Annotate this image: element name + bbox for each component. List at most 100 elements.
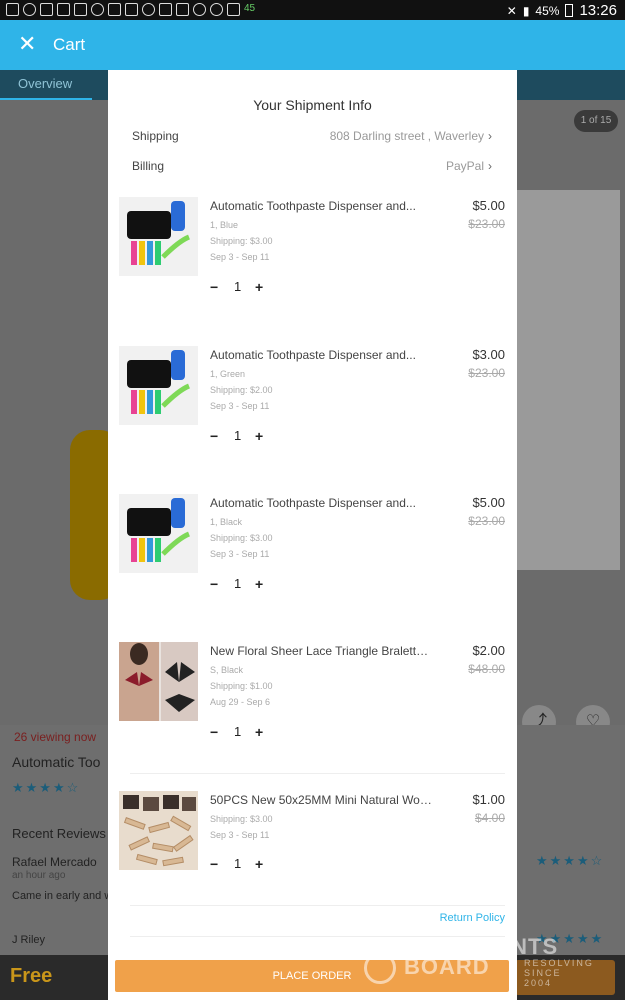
divider xyxy=(130,905,505,906)
decrease-button[interactable]: − xyxy=(210,856,218,872)
toothpaste-dispenser-image xyxy=(119,197,198,276)
system-status: ✕ ▮ 45% 13:26 xyxy=(507,2,617,19)
product-thumbnail[interactable] xyxy=(119,346,198,425)
item-dates: Sep 3 - Sep 11 xyxy=(210,401,270,411)
item-variant: S, Black xyxy=(210,665,244,675)
app-bar: ✕ Cart xyxy=(0,20,625,70)
watermark: INTS BOARD RESOLVING SINCE 2004 xyxy=(364,934,592,988)
product-thumbnail[interactable] xyxy=(119,791,198,870)
shipment-info-modal: Your Shipment Info Shipping 808 Darling … xyxy=(108,70,517,1000)
billing-label: Billing xyxy=(132,159,165,173)
signal-icon: ▮ xyxy=(522,3,530,18)
quantity-value: 1 xyxy=(234,279,242,294)
divider xyxy=(130,773,505,774)
increase-button[interactable]: + xyxy=(255,576,263,592)
product-thumbnail[interactable] xyxy=(119,494,198,573)
product-thumbnail[interactable] xyxy=(119,642,198,721)
watermark-text: RESOLVING xyxy=(524,958,594,968)
facebook-icon xyxy=(108,3,121,16)
chrome-icon xyxy=(210,3,223,16)
facebook-icon xyxy=(159,3,172,16)
gmail-icon xyxy=(176,3,189,16)
quantity-stepper: − 1 + xyxy=(210,856,280,876)
close-icon[interactable]: ✕ xyxy=(18,31,36,57)
quantity-value: 1 xyxy=(234,428,242,443)
item-name: Automatic Toothpaste Dispenser and... xyxy=(210,348,416,362)
facebook-icon xyxy=(57,3,70,16)
image-icon xyxy=(40,3,53,16)
item-variant: 1, Green xyxy=(210,369,246,379)
page-title: Cart xyxy=(53,35,86,54)
item-shipping: Shipping: $1.00 xyxy=(210,681,273,691)
item-variant: 1, Black xyxy=(210,517,243,527)
billing-row[interactable]: Billing PayPal › xyxy=(132,157,492,177)
item-price: $2.00 xyxy=(472,643,505,658)
item-name: New Floral Sheer Lace Triangle Bralette … xyxy=(210,644,432,658)
chevron-right-icon: › xyxy=(488,159,492,173)
decrease-button[interactable]: − xyxy=(210,428,218,444)
increase-button[interactable]: + xyxy=(255,428,263,444)
increase-button[interactable]: + xyxy=(255,279,263,295)
recent-reviews-heading: Recent Reviews xyxy=(12,826,106,841)
reviewer-name: J Riley xyxy=(12,934,46,946)
quantity-value: 1 xyxy=(234,576,242,591)
product-thumbnail[interactable] xyxy=(119,197,198,276)
item-price: $3.00 xyxy=(472,347,505,362)
item-name: 50PCS New 50x25MM Mini Natural Woode... xyxy=(210,793,432,807)
modal-heading: Your Shipment Info xyxy=(253,97,372,113)
shipping-row[interactable]: Shipping 808 Darling street , Waverley › xyxy=(132,127,492,147)
quantity-stepper: − 1 + xyxy=(210,576,280,596)
increase-button[interactable]: + xyxy=(255,724,263,740)
data-badge: 45 xyxy=(244,3,256,14)
cart-item: 50PCS New 50x25MM Mini Natural Woode... … xyxy=(119,791,505,931)
wooden-clips-image xyxy=(119,791,198,870)
toothpaste-dispenser-image xyxy=(119,494,198,573)
decrease-button[interactable]: − xyxy=(210,576,218,592)
tab-overview: Overview xyxy=(18,76,73,91)
item-dates: Sep 3 - Sep 11 xyxy=(210,252,270,262)
watermark-text: BOARD xyxy=(404,954,490,979)
shipping-label: Shipping xyxy=(132,129,179,143)
decrease-button[interactable]: − xyxy=(210,724,218,740)
status-bar: 45 ✕ ▮ 45% 13:26 xyxy=(0,0,625,20)
chevron-right-icon: › xyxy=(488,129,492,143)
item-old-price: $23.00 xyxy=(468,514,505,528)
quantity-value: 1 xyxy=(234,856,242,871)
rating-stars: ★★★★☆ xyxy=(12,780,81,795)
item-shipping: Shipping: $3.00 xyxy=(210,236,273,246)
quantity-value: 1 xyxy=(234,724,242,739)
item-shipping: Shipping: $3.00 xyxy=(210,533,273,543)
item-variant: 1, Blue xyxy=(210,220,239,230)
check-icon xyxy=(125,3,138,16)
reviewer-name: Rafael Mercado xyxy=(12,855,97,869)
watermark-text: SINCE 2004 xyxy=(524,968,562,988)
shipping-value: 808 Darling street , Waverley › xyxy=(329,129,492,143)
facebook-icon xyxy=(74,3,87,16)
watermark-text: INTS xyxy=(504,934,559,959)
item-name: Automatic Toothpaste Dispenser and... xyxy=(210,199,416,213)
item-price: $1.00 xyxy=(472,792,505,807)
lace-bralette-image xyxy=(119,642,198,721)
chrome-icon xyxy=(142,3,155,16)
review-text: Came in early and w xyxy=(12,890,113,902)
item-old-price: $48.00 xyxy=(468,662,505,676)
item-price: $5.00 xyxy=(472,198,505,213)
battery-percent: 45% xyxy=(535,3,560,18)
cart-item: Automatic Toothpaste Dispenser and... 1,… xyxy=(119,494,505,634)
image-counter: 1 of 15 xyxy=(574,110,618,132)
review-date: an hour ago xyxy=(12,870,66,881)
item-old-price: $4.00 xyxy=(474,811,505,825)
item-price: $5.00 xyxy=(472,495,505,510)
product-title: Automatic Too xyxy=(12,754,101,770)
item-shipping: Shipping: $2.00 xyxy=(210,385,273,395)
chrome-icon xyxy=(91,3,104,16)
return-policy-link[interactable]: Return Policy xyxy=(440,912,505,924)
notification-icons: 45 xyxy=(6,3,255,16)
decrease-button[interactable]: − xyxy=(210,279,218,295)
toothpaste-dispenser-image xyxy=(119,346,198,425)
increase-button[interactable]: + xyxy=(255,856,263,872)
chrome-icon xyxy=(193,3,206,16)
item-dates: Sep 3 - Sep 11 xyxy=(210,830,270,840)
free-label: Free xyxy=(10,965,53,987)
cart-item: Automatic Toothpaste Dispenser and... 1,… xyxy=(119,346,505,486)
